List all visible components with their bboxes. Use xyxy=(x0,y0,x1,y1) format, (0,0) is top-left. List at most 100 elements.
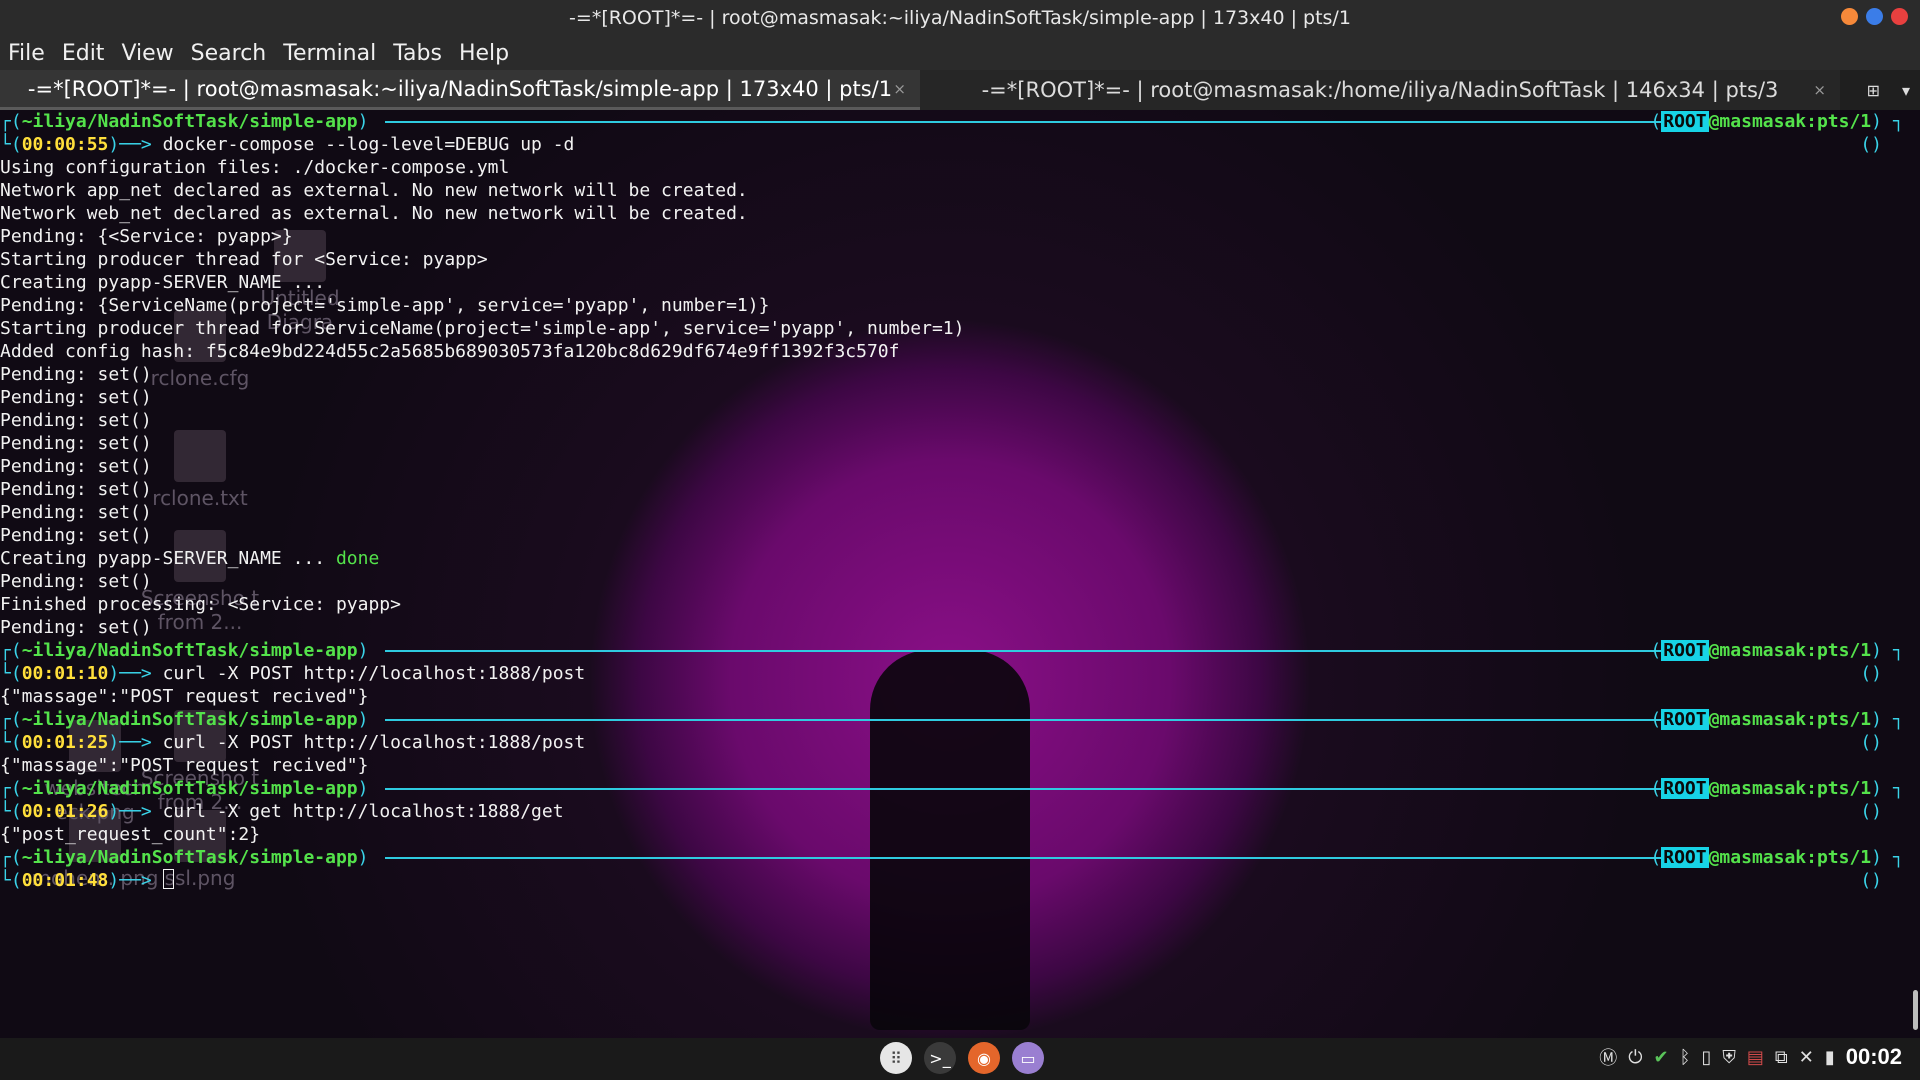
terminal-icon[interactable]: >_ xyxy=(924,1042,956,1074)
tab-label: -=*[ROOT]*=- | root@masmasak:~iliya/Nadi… xyxy=(27,76,893,101)
root-badge: ROOT xyxy=(1661,709,1709,730)
prompt-end-cap: ┐ xyxy=(1893,778,1904,799)
prompt-cwd: ~iliya/NadinSoftTask/simple-app xyxy=(21,111,358,132)
prompt-user: (ROOT @masmasak:pts/1) xyxy=(1650,777,1882,800)
output-line: Pending: set() xyxy=(0,617,152,638)
output-line: Pending: set() xyxy=(0,525,152,546)
prompt-corner: ┌( xyxy=(0,709,22,730)
prompt-time: 00:00:55 xyxy=(21,134,109,155)
prompt-header-line: ┌(~iliya/NadinSoftTask/simple-app)(ROOT @… xyxy=(0,846,1912,869)
menu-help[interactable]: Help xyxy=(459,41,509,66)
minimize-button[interactable] xyxy=(1841,8,1858,25)
bluetooth-icon[interactable]: ᛒ xyxy=(1680,1047,1691,1068)
prompt-paren: ) xyxy=(357,640,369,661)
menu-edit[interactable]: Edit xyxy=(62,41,105,66)
prompt-arrow: )──> xyxy=(108,663,163,684)
tab-list-dropdown-icon[interactable]: ▾ xyxy=(1902,81,1910,100)
prompt-user: (ROOT @masmasak:pts/1) xyxy=(1650,110,1882,133)
prompt-right-paren: () xyxy=(1860,134,1882,155)
files-icon[interactable]: ▭ xyxy=(1012,1042,1044,1074)
system-tray: Ⓜ ⏻ ✔ ᛒ ▯ ⛨ ▤ ⧉ ✕ ▮ 00:02 xyxy=(1599,1044,1902,1070)
output-line: Creating pyapp-SERVER_NAME ... xyxy=(0,272,326,293)
prompt-cwd: ~iliya/NadinSoftTask/simple-app xyxy=(21,847,358,868)
root-badge: ROOT xyxy=(1661,640,1709,661)
tab-close-icon[interactable]: × xyxy=(1813,81,1826,99)
menu-view[interactable]: View xyxy=(121,41,173,66)
prompt-command-line: └(00:01:10)──> curl -X POST http://local… xyxy=(0,662,1912,685)
prompt-paren: ) xyxy=(1871,111,1882,132)
prompt-paren: ) xyxy=(357,709,369,730)
prompt-end-cap: ┐ xyxy=(1893,111,1904,132)
prompt-rule xyxy=(385,650,1672,652)
prompt-corner: ┌( xyxy=(0,111,22,132)
tab-close-icon[interactable]: × xyxy=(893,80,906,98)
prompt-time: 00:01:25 xyxy=(21,732,109,753)
output-line: Starting producer thread for <Service: p… xyxy=(0,249,488,270)
security-icon[interactable]: ⛨ xyxy=(1722,1047,1736,1068)
prompt-corner: └( xyxy=(0,870,22,891)
terminal-view[interactable]: Untitled Diagra rclone.cfg rclone.txt Scree… xyxy=(0,110,1920,1038)
prompt-host: @masmasak:pts/1 xyxy=(1708,778,1872,799)
command-text: docker-compose --log-level=DEBUG up -d xyxy=(162,134,575,155)
command-text: curl -X get http://localhost:1888/get xyxy=(162,801,564,822)
prompt-time: 00:01:26 xyxy=(21,801,109,822)
prompt-paren: ) xyxy=(357,111,369,132)
maximize-button[interactable] xyxy=(1866,8,1883,25)
output-line: Pending: set() xyxy=(0,571,152,592)
output-line: Pending: set() xyxy=(0,456,152,477)
menu-terminal[interactable]: Terminal xyxy=(283,41,376,66)
prompt-end-cap: ┐ xyxy=(1893,640,1904,661)
window-title: -=*[ROOT]*=- | root@masmasak:~iliya/Nadi… xyxy=(569,7,1351,29)
terminal-scrollbar[interactable] xyxy=(1913,990,1918,1030)
tab-label: -=*[ROOT]*=- | root@masmasak:/home/iliya… xyxy=(981,78,1779,102)
apps-grid-icon[interactable]: ⠿ xyxy=(880,1042,912,1074)
panel-clock[interactable]: 00:02 xyxy=(1846,1044,1902,1070)
prompt-rule xyxy=(385,121,1672,123)
menu-file[interactable]: File xyxy=(8,41,45,66)
prompt-paren: ) xyxy=(1871,709,1882,730)
window-controls xyxy=(1841,8,1908,25)
shield-check-icon[interactable]: ✔ xyxy=(1654,1047,1669,1068)
command-text: curl -X POST http://localhost:1888/post xyxy=(162,732,586,753)
window-titlebar[interactable]: -=*[ROOT]*=- | root@masmasak:~iliya/Nadi… xyxy=(0,0,1920,36)
output-line: Network app_net declared as external. No… xyxy=(0,180,748,201)
prompt-command-line: └(00:01:25)──> curl -X POST http://local… xyxy=(0,731,1912,754)
network-icon[interactable]: ⧉ xyxy=(1775,1047,1788,1068)
tab-pts1[interactable]: -=*[ROOT]*=- | root@masmasak:~iliya/Nadi… xyxy=(0,70,920,110)
prompt-corner: ┌( xyxy=(0,778,22,799)
prompt-user: (ROOT @masmasak:pts/1) xyxy=(1650,708,1882,731)
new-tab-icon[interactable]: ⊞ xyxy=(1867,81,1880,100)
prompt-cwd: ~iliya/NadinSoftTask/simple-app xyxy=(21,778,358,799)
prompt-right-paren: () xyxy=(1860,732,1882,753)
prompt-cwd: ~iliya/NadinSoftTask/simple-app xyxy=(21,709,358,730)
output-line: Pending: set() xyxy=(0,364,152,385)
clipboard-icon[interactable]: ▯ xyxy=(1701,1047,1711,1068)
prompt-time: 00:01:48 xyxy=(21,870,109,891)
prompt-arrow: )──> xyxy=(108,134,163,155)
terminal-cursor xyxy=(162,869,174,889)
tab-pts3[interactable]: -=*[ROOT]*=- | root@masmasak:/home/iliya… xyxy=(920,70,1840,110)
close-button[interactable] xyxy=(1891,8,1908,25)
bottom-panel: ⠿ >_ ◉ ▭ Ⓜ ⏻ ✔ ᛒ ▯ ⛨ ▤ ⧉ ✕ ▮ 00:02 xyxy=(0,1038,1920,1080)
root-badge: ROOT xyxy=(1661,847,1709,868)
prompt-rule xyxy=(385,719,1672,721)
firefox-icon[interactable]: ◉ xyxy=(968,1042,1000,1074)
menu-tabs[interactable]: Tabs xyxy=(393,41,442,66)
mint-update-icon[interactable]: Ⓜ xyxy=(1599,1044,1617,1070)
terminal-output: ┌(~iliya/NadinSoftTask/simple-app)(ROOT @… xyxy=(0,110,1912,892)
prompt-right-paren: () xyxy=(1860,870,1882,891)
power-icon[interactable]: ⏻ xyxy=(1628,1047,1642,1068)
prompt-paren: ( xyxy=(1650,640,1662,661)
menu-search[interactable]: Search xyxy=(191,41,267,66)
output-text: Creating pyapp-SERVER_NAME ... xyxy=(0,548,336,569)
output-line: Network web_net declared as external. No… xyxy=(0,203,748,224)
prompt-paren: ( xyxy=(1650,111,1662,132)
us-flag-icon[interactable]: ▤ xyxy=(1747,1047,1764,1068)
volume-muted-icon[interactable]: ✕ xyxy=(1799,1047,1814,1068)
battery-icon[interactable]: ▮ xyxy=(1825,1047,1835,1068)
prompt-end-cap: ┐ xyxy=(1893,709,1904,730)
prompt-right-paren: () xyxy=(1860,663,1882,684)
menu-bar: File Edit View Search Terminal Tabs Help xyxy=(0,36,1920,70)
output-line: Pending: set() xyxy=(0,479,152,500)
prompt-paren: ( xyxy=(1650,778,1662,799)
